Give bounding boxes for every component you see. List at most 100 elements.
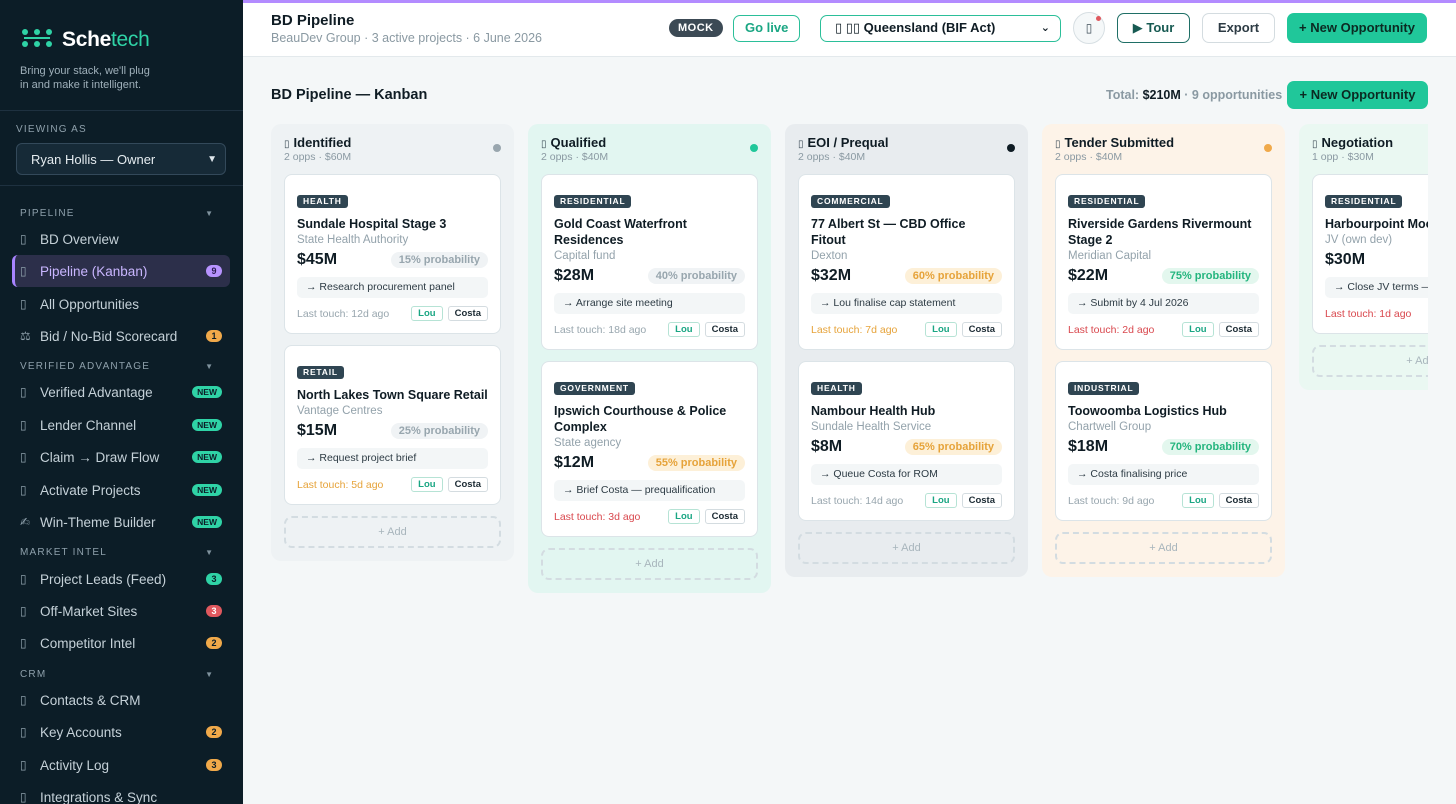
- sidebar-item-pipeline-kanban[interactable]: ▯ Pipeline (Kanban) 9: [12, 255, 230, 287]
- sidebar-item-bid-no-bid-scorecard[interactable]: ⚖ Bid / No-Bid Scorecard 1: [12, 320, 230, 352]
- sidebar: Schetech Bring your stack, we'll plug in…: [0, 0, 243, 804]
- sector-tag: RESIDENTIAL: [554, 195, 632, 208]
- viewing-as-select[interactable]: Ryan Hollis — Owner ▼: [16, 143, 226, 175]
- owner-chip-costa[interactable]: Costa: [447, 306, 488, 321]
- last-touch: Last touch: 2d ago: [1068, 323, 1155, 336]
- sidebar-item-activity-log[interactable]: ▯ Activity Log 3: [12, 749, 230, 781]
- nav-item-icon: ▯: [20, 693, 27, 707]
- nav-group-verified-advantage[interactable]: VERIFIED ADVANTAGE ▼: [0, 359, 243, 373]
- sidebar-item-lender-channel[interactable]: ▯ Lender Channel NEW: [12, 409, 230, 441]
- region-select[interactable]: ▯ ▯▯ Queensland (BIF Act) ⌄: [820, 15, 1061, 42]
- next-action[interactable]: → Costa finalising price: [1068, 464, 1259, 485]
- nav-group-market-intel[interactable]: MARKET INTEL ▼: [0, 545, 243, 559]
- sidebar-item-win-theme-builder[interactable]: ✍ Win-Theme Builder NEW: [12, 506, 230, 538]
- sidebar-item-integrations-sync[interactable]: ▯ Integrations & Sync: [12, 781, 230, 804]
- next-action[interactable]: → Request project brief: [297, 448, 488, 469]
- next-action[interactable]: → Submit by 4 Jul 2026: [1068, 293, 1259, 314]
- stage-icon: ▯: [798, 139, 804, 150]
- nav-item-icon: ▯: [20, 385, 27, 399]
- opportunity-card[interactable]: RESIDENTIAL Harbourpoint Moo JV (own dev) $…: [1312, 174, 1428, 334]
- last-touch: Last touch: 5d ago: [297, 478, 384, 491]
- nav-item-icon: ✍: [20, 515, 31, 529]
- nav-item-badge: 2: [206, 726, 222, 738]
- card-value: $18M: [1068, 438, 1109, 455]
- add-card-button[interactable]: + Add: [1055, 532, 1272, 564]
- sidebar-item-verified-advantage[interactable]: ▯ Verified Advantage NEW: [12, 376, 230, 408]
- next-action[interactable]: → Brief Costa — prequalification: [554, 480, 745, 501]
- card-title: Toowoomba Logistics Hub: [1068, 404, 1227, 418]
- sidebar-item-off-market-sites[interactable]: ▯ Off-Market Sites 3: [12, 595, 230, 627]
- stage-icon: ▯: [284, 139, 290, 150]
- card-title: North Lakes Town Square Retail: [297, 388, 488, 402]
- sidebar-item-bd-overview[interactable]: ▯ BD Overview: [12, 223, 230, 255]
- owner-chip-costa[interactable]: Costa: [704, 509, 745, 524]
- sidebar-item-competitor-intel[interactable]: ▯ Competitor Intel 2: [12, 627, 230, 659]
- export-button[interactable]: Export: [1202, 13, 1275, 43]
- sidebar-item-claim-draw-flow[interactable]: ▯ Claim → Draw Flow NEW: [12, 441, 230, 473]
- stage-status-dot: [493, 144, 501, 152]
- next-action[interactable]: → Arrange site meeting: [554, 293, 745, 314]
- nav-group-crm[interactable]: CRM ▼: [0, 667, 243, 681]
- opportunity-card[interactable]: RESIDENTIAL Gold Coast Waterfront Residen…: [541, 174, 758, 350]
- owner-chip-lou[interactable]: Lou: [925, 493, 957, 508]
- owner-chip-costa[interactable]: Costa: [961, 493, 1002, 508]
- add-card-button[interactable]: + Add: [284, 516, 501, 548]
- stage-status-dot: [750, 144, 758, 152]
- notification-dot: [1096, 16, 1101, 21]
- card-client: Sundale Health Service: [811, 421, 932, 433]
- opportunity-card[interactable]: RESIDENTIAL Riverside Gardens Rivermount …: [1055, 174, 1272, 350]
- card-value: $32M: [811, 267, 852, 284]
- opportunity-card[interactable]: COMMERCIAL 77 Albert St — CBD Office Fito…: [798, 174, 1015, 350]
- notifications-button[interactable]: ▯: [1073, 12, 1105, 44]
- column-eoi-prequal: ▯ EOI / Prequal 2 opps · $40M COMMERCIAL 77 …: [785, 124, 1028, 577]
- pipeline-total: Total: $210M · 9 opportunities: [1106, 88, 1283, 102]
- nav-group-pipeline[interactable]: PIPELINE ▼: [0, 206, 243, 220]
- new-opportunity-button[interactable]: + New Opportunity: [1287, 13, 1427, 43]
- brand[interactable]: Schetech: [0, 0, 243, 52]
- owner-chip-costa[interactable]: Costa: [961, 322, 1002, 337]
- page-title: BD Pipeline: [271, 12, 355, 29]
- owner-chip-lou[interactable]: Lou: [411, 306, 443, 321]
- new-opportunity-button-board[interactable]: + New Opportunity: [1287, 81, 1428, 109]
- owner-chip-costa[interactable]: Costa: [447, 477, 488, 492]
- owner-chip-lou[interactable]: Lou: [1182, 322, 1214, 337]
- nav-item-label: Activate Projects: [40, 482, 141, 498]
- owner-chip-costa[interactable]: Costa: [1218, 322, 1259, 337]
- nav-item-label: BD Overview: [40, 231, 119, 247]
- owner-chip-lou[interactable]: Lou: [411, 477, 443, 492]
- card-title: 77 Albert St — CBD Office Fitout: [811, 217, 966, 247]
- owners: Lou Costa: [1182, 493, 1259, 508]
- chevron-down-icon: ▼: [207, 153, 217, 165]
- opportunity-card[interactable]: HEALTH Nambour Health Hub Sundale Health S…: [798, 361, 1015, 521]
- opportunity-card[interactable]: HEALTH Sundale Hospital Stage 3 State Heal…: [284, 174, 501, 334]
- sidebar-item-activate-projects[interactable]: ▯ Activate Projects NEW: [12, 474, 230, 506]
- owner-chip-lou[interactable]: Lou: [925, 322, 957, 337]
- card-title: Ipswich Courthouse & Police Complex: [554, 404, 727, 434]
- sidebar-item-project-leads-feed[interactable]: ▯ Project Leads (Feed) 3: [12, 563, 230, 595]
- go-live-button[interactable]: Go live: [733, 15, 801, 42]
- add-card-button[interactable]: + Add: [1312, 345, 1428, 377]
- next-action[interactable]: → Close JV terms —: [1325, 277, 1428, 298]
- next-action[interactable]: → Research procurement panel: [297, 277, 488, 298]
- opportunity-card[interactable]: INDUSTRIAL Toowoomba Logistics Hub Chartwe…: [1055, 361, 1272, 521]
- tour-button[interactable]: ▶ Tour: [1117, 13, 1190, 43]
- column-header: ▯ Tender Submitted 2 opps · $40M: [1055, 124, 1272, 174]
- add-card-button[interactable]: + Add: [541, 548, 758, 580]
- owner-chip-costa[interactable]: Costa: [1218, 493, 1259, 508]
- owner-chip-lou[interactable]: Lou: [668, 322, 700, 337]
- owner-chip-lou[interactable]: Lou: [1182, 493, 1214, 508]
- owner-chip-costa[interactable]: Costa: [704, 322, 745, 337]
- sidebar-item-all-opportunities[interactable]: ▯ All Opportunities: [12, 288, 230, 320]
- next-action[interactable]: → Queue Costa for ROM: [811, 464, 1002, 485]
- opportunity-card[interactable]: GOVERNMENT Ipswich Courthouse & Police Co…: [541, 361, 758, 537]
- nav-item-icon: ⚖: [20, 329, 31, 343]
- owner-chip-lou[interactable]: Lou: [668, 509, 700, 524]
- add-card-button[interactable]: + Add: [798, 532, 1015, 564]
- chevron-down-icon: ▼: [205, 547, 213, 557]
- opportunity-card[interactable]: RETAIL North Lakes Town Square Retail Vant…: [284, 345, 501, 505]
- sidebar-item-key-accounts[interactable]: ▯ Key Accounts 2: [12, 716, 230, 748]
- next-action[interactable]: → Lou finalise cap statement: [811, 293, 1002, 314]
- nav-item-icon: ▯: [20, 636, 27, 650]
- nav-item-icon: ▯: [20, 725, 27, 739]
- sidebar-item-contacts-crm[interactable]: ▯ Contacts & CRM: [12, 684, 230, 716]
